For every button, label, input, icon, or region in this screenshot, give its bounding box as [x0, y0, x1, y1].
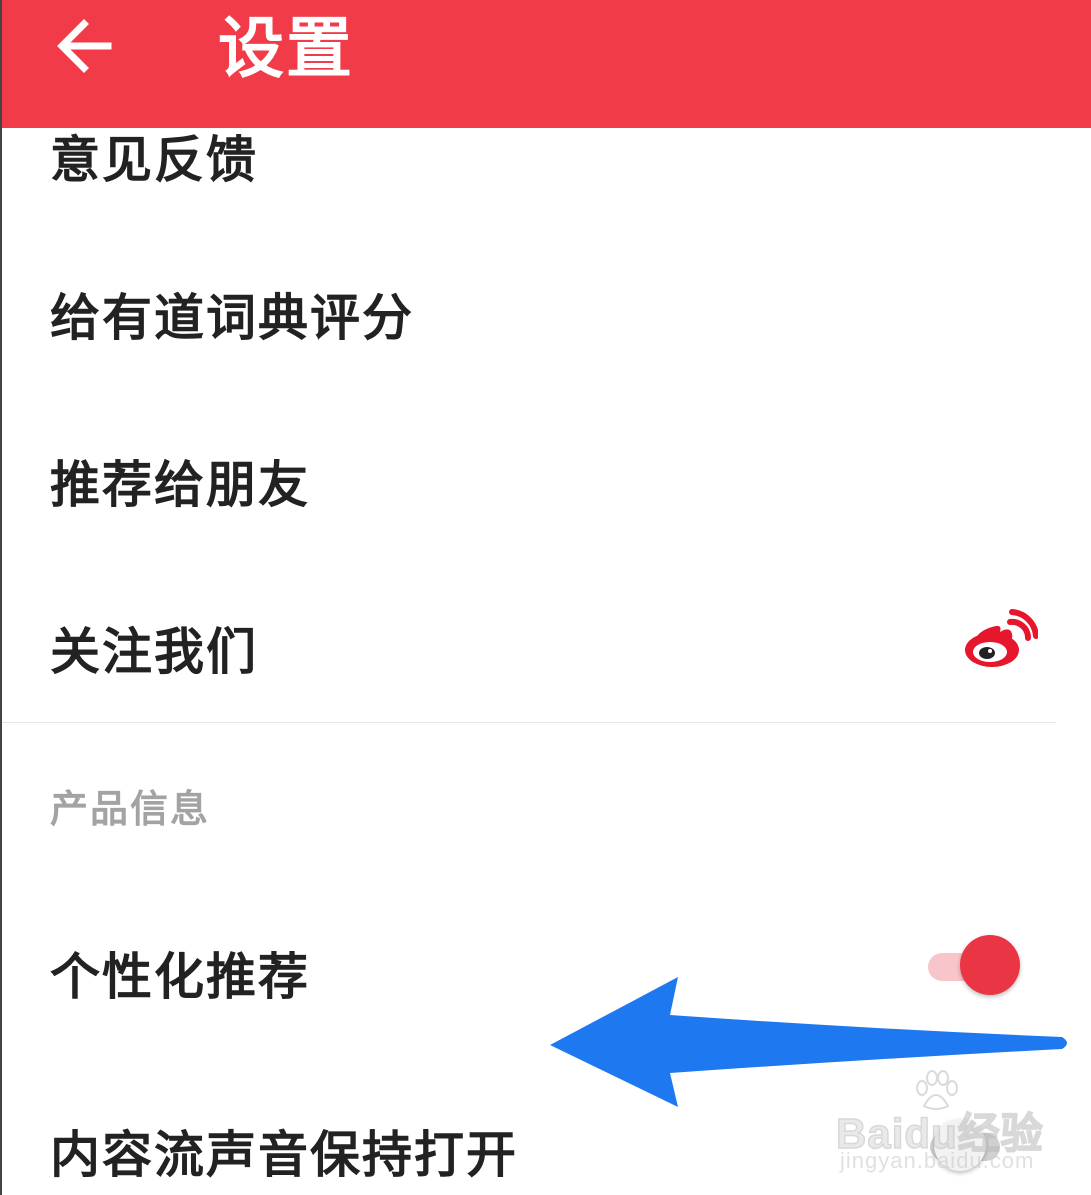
- arrow-left-icon: [57, 19, 112, 73]
- baidu-jingyan-watermark: Baidu经验 jingyan.baidu.com: [830, 1070, 1045, 1180]
- personalized-recommendation-label: 个性化推荐: [50, 948, 310, 1006]
- rate-app-label: 给有道词典评分: [50, 289, 414, 347]
- rate-app-item[interactable]: 给有道词典评分: [0, 250, 1091, 380]
- product-info-section-title: 产品信息: [50, 787, 211, 831]
- app-header: 设置: [0, 0, 1091, 128]
- follow-us-label: 关注我们: [50, 623, 258, 681]
- recommend-to-friends-item[interactable]: 推荐给朋友: [0, 415, 1091, 545]
- feedback-label: 意见反馈: [50, 131, 258, 189]
- page-title: 设置: [218, 10, 354, 87]
- follow-us-item[interactable]: 关注我们: [0, 580, 1091, 710]
- screen-left-edge: [0, 0, 2, 1195]
- recommend-to-friends-label: 推荐给朋友: [50, 456, 310, 514]
- weibo-icon[interactable]: [962, 608, 1038, 672]
- back-button[interactable]: [52, 14, 116, 78]
- section-divider: [0, 722, 1056, 723]
- keep-sound-on-label: 内容流声音保持打开: [50, 1126, 518, 1184]
- watermark-domain: jingyan.baidu.com: [840, 1148, 1035, 1173]
